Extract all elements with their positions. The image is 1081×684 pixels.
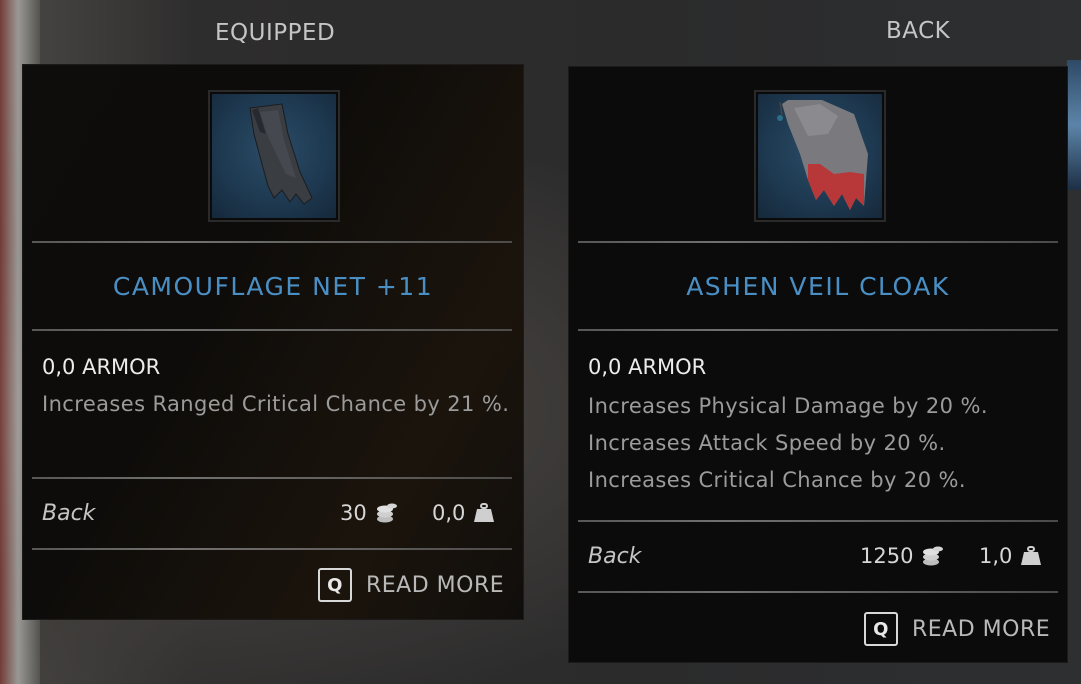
divider	[578, 329, 1058, 331]
back-tab[interactable]: BACK	[886, 18, 950, 44]
item-effect: Increases Critical Chance by 20 %.	[588, 468, 966, 492]
weight-icon	[474, 503, 495, 522]
equipped-label: EQUIPPED	[215, 20, 336, 46]
cloak-icon	[777, 100, 868, 210]
item-name: ASHEN VEIL CLOAK	[686, 272, 950, 301]
read-more-button[interactable]: Q READ MORE	[318, 568, 504, 602]
item-weight: 0,0	[432, 501, 495, 525]
q-key-icon: Q	[864, 612, 898, 646]
item-slot: Back	[588, 544, 642, 569]
read-more-button[interactable]: Q READ MORE	[864, 612, 1050, 646]
equipped-item-card: CAMOUFLAGE NET +11 0,0 ARMOR Increases R…	[22, 64, 524, 620]
divider	[578, 241, 1058, 243]
read-more-label: READ MORE	[912, 616, 1051, 642]
divider	[578, 520, 1058, 522]
item-effect: Increases Ranged Critical Chance by 21 %…	[42, 392, 510, 416]
cloak-icon	[249, 103, 313, 205]
weight-text: 1,0	[979, 544, 1013, 568]
divider	[32, 548, 512, 550]
item-weight: 1,0	[979, 544, 1042, 568]
divider	[32, 477, 512, 479]
item-effect: Increases Attack Speed by 20 %.	[588, 431, 946, 455]
item-thumbnail	[754, 90, 886, 222]
coin-stack-icon	[923, 546, 944, 566]
read-more-label: READ MORE	[366, 572, 505, 598]
compare-item-card: ASHEN VEIL CLOAK 0,0 ARMOR Increases Phy…	[568, 66, 1068, 663]
item-value: 30	[340, 501, 399, 525]
value-text: 30	[340, 501, 367, 525]
divider	[32, 241, 512, 243]
item-armor: 0,0 ARMOR	[588, 355, 707, 379]
divider	[578, 591, 1058, 593]
weight-text: 0,0	[432, 501, 466, 525]
weight-icon	[1021, 546, 1042, 565]
item-value: 1250	[860, 544, 945, 568]
divider	[32, 329, 512, 331]
value-text: 1250	[860, 544, 914, 568]
item-slot: Back	[42, 501, 96, 526]
background-edge	[1067, 60, 1081, 190]
item-effect: Increases Physical Damage by 20 %.	[588, 394, 988, 418]
item-armor: 0,0 ARMOR	[42, 355, 161, 379]
q-key-icon: Q	[318, 568, 352, 602]
coin-stack-icon	[376, 503, 397, 523]
item-thumbnail	[208, 90, 340, 222]
item-name: CAMOUFLAGE NET +11	[112, 272, 434, 301]
